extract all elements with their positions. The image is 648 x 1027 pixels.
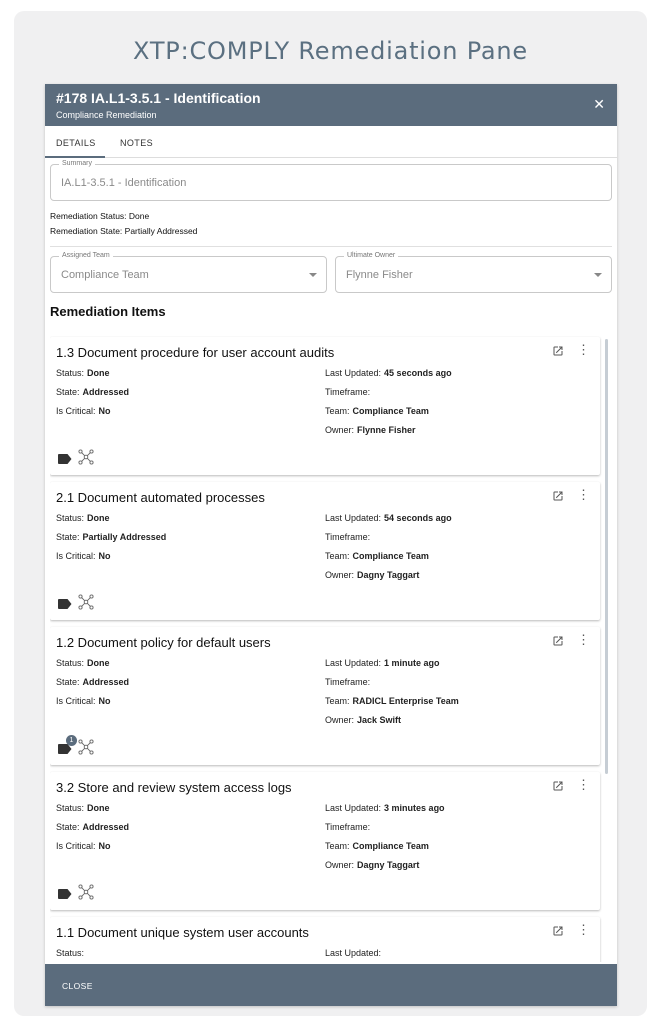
dialog-header: #178 IA.L1-3.5.1 - Identification Compli… [45,84,617,126]
summary-value: IA.L1-3.5.1 - Identification [61,177,187,189]
item-timeframe: Timeframe: [325,387,371,397]
notes-count-badge: 1 [66,735,77,746]
item-state: State: Addressed [56,822,130,832]
remediation-dialog: #178 IA.L1-3.5.1 - Identification Compli… [45,84,617,1006]
tab-details[interactable]: DETAILS [56,138,96,148]
divider [50,246,612,247]
ultimate-owner-label: Ultimate Owner [344,252,399,259]
item-status: Status: Done [56,658,110,668]
item-last-updated: Last Updated: 3 minutes ago [325,803,445,813]
remediation-status: Remediation Status: Done [50,211,150,221]
chevron-down-icon [309,273,317,277]
remediation-item-card[interactable]: 2.1 Document automated processes ⋮ Statu… [50,482,600,620]
remediation-item-card[interactable]: 1.1 Document unique system user accounts… [50,917,600,962]
item-status: Status: Done [56,513,110,523]
item-status: Status: Done [56,368,110,378]
open-in-new-icon[interactable] [552,780,564,792]
network-nodes-icon[interactable] [78,739,94,755]
open-in-new-icon[interactable] [552,345,564,357]
item-last-updated: Last Updated: 45 seconds ago [325,368,452,378]
open-in-new-icon[interactable] [552,490,564,502]
label-tag-icon[interactable] [58,886,72,904]
more-vert-icon[interactable]: ⋮ [577,488,590,501]
open-in-new-icon[interactable] [552,925,564,937]
ultimate-owner-value: Flynne Fisher [346,269,413,281]
item-owner: Owner: Dagny Taggart [325,570,420,580]
item-title[interactable]: 1.2 Document policy for default users [56,635,271,650]
item-team: Team: Compliance Team [325,551,429,561]
open-in-new-icon[interactable] [552,635,564,647]
item-timeframe: Timeframe: [325,822,371,832]
item-title[interactable]: 1.1 Document unique system user accounts [56,925,309,940]
more-vert-icon[interactable]: ⋮ [577,343,590,356]
item-critical: Is Critical: No [56,406,111,416]
chevron-down-icon [594,273,602,277]
more-vert-icon[interactable]: ⋮ [577,923,590,936]
label-tag-shape [58,889,72,899]
page-title: XTP:COMPLY Remediation Pane [133,37,528,65]
item-team: Team: Compliance Team [325,841,429,851]
item-state: State: Addressed [56,677,130,687]
item-title[interactable]: 2.1 Document automated processes [56,490,265,505]
remediation-item-card[interactable]: 3.2 Store and review system access logs … [50,772,600,910]
remediation-items-list[interactable]: 1.3 Document procedure for user account … [50,336,602,962]
item-last-updated: Last Updated: 1 minute ago [325,658,440,668]
assigned-team-label: Assigned Team [59,252,113,259]
item-critical: Is Critical: No [56,841,111,851]
dialog-subtitle: Compliance Remediation [56,110,157,120]
remediation-item-card[interactable]: 1.2 Document policy for default users ⋮ … [50,627,600,765]
summary-label: Summary [59,160,95,167]
item-last-updated: Last Updated: [325,948,382,958]
dialog-footer: CLOSE [45,964,617,1006]
item-last-updated: Last Updated: 54 seconds ago [325,513,452,523]
item-team: Team: RADICL Enterprise Team [325,696,459,706]
item-status: Status: [56,948,85,958]
assigned-team-value: Compliance Team [61,269,149,281]
item-status: Status: Done [56,803,110,813]
tab-bar: DETAILS NOTES [45,126,617,158]
item-title[interactable]: 1.3 Document procedure for user account … [56,345,334,360]
network-nodes-icon[interactable] [78,449,94,465]
close-icon[interactable]: ✕ [593,96,605,113]
more-vert-icon[interactable]: ⋮ [577,778,590,791]
ultimate-owner-select[interactable]: Ultimate Owner Flynne Fisher [335,252,612,293]
section-title: Remediation Items [50,304,166,319]
item-critical: Is Critical: No [56,696,111,706]
item-owner: Owner: Flynne Fisher [325,425,416,435]
active-tab-indicator [45,156,105,158]
item-state: State: Partially Addressed [56,532,167,542]
network-nodes-icon[interactable] [78,594,94,610]
item-state: State: Addressed [56,387,130,397]
item-critical: Is Critical: No [56,551,111,561]
tab-notes[interactable]: NOTES [120,138,153,148]
scrollbar[interactable] [605,339,608,774]
remediation-item-card[interactable]: 1.3 Document procedure for user account … [50,337,600,475]
item-owner: Owner: Jack Swift [325,715,402,725]
label-tag-shape [58,454,72,464]
label-tag-icon[interactable]: 1 [58,735,77,759]
remediation-state: Remediation State: Partially Addressed [50,226,198,236]
more-vert-icon[interactable]: ⋮ [577,633,590,646]
item-team: Team: Compliance Team [325,406,429,416]
label-tag-icon[interactable] [58,596,72,614]
assigned-team-select[interactable]: Assigned Team Compliance Team [50,252,327,293]
item-timeframe: Timeframe: [325,677,371,687]
item-title[interactable]: 3.2 Store and review system access logs [56,780,292,795]
network-nodes-icon[interactable] [78,884,94,900]
label-tag-shape [58,599,72,609]
dialog-title: #178 IA.L1-3.5.1 - Identification [56,90,261,106]
summary-field[interactable]: Summary IA.L1-3.5.1 - Identification [50,160,612,201]
label-tag-icon[interactable] [58,451,72,469]
close-button[interactable]: CLOSE [62,981,93,991]
item-owner: Owner: Dagny Taggart [325,860,420,870]
item-timeframe: Timeframe: [325,532,371,542]
